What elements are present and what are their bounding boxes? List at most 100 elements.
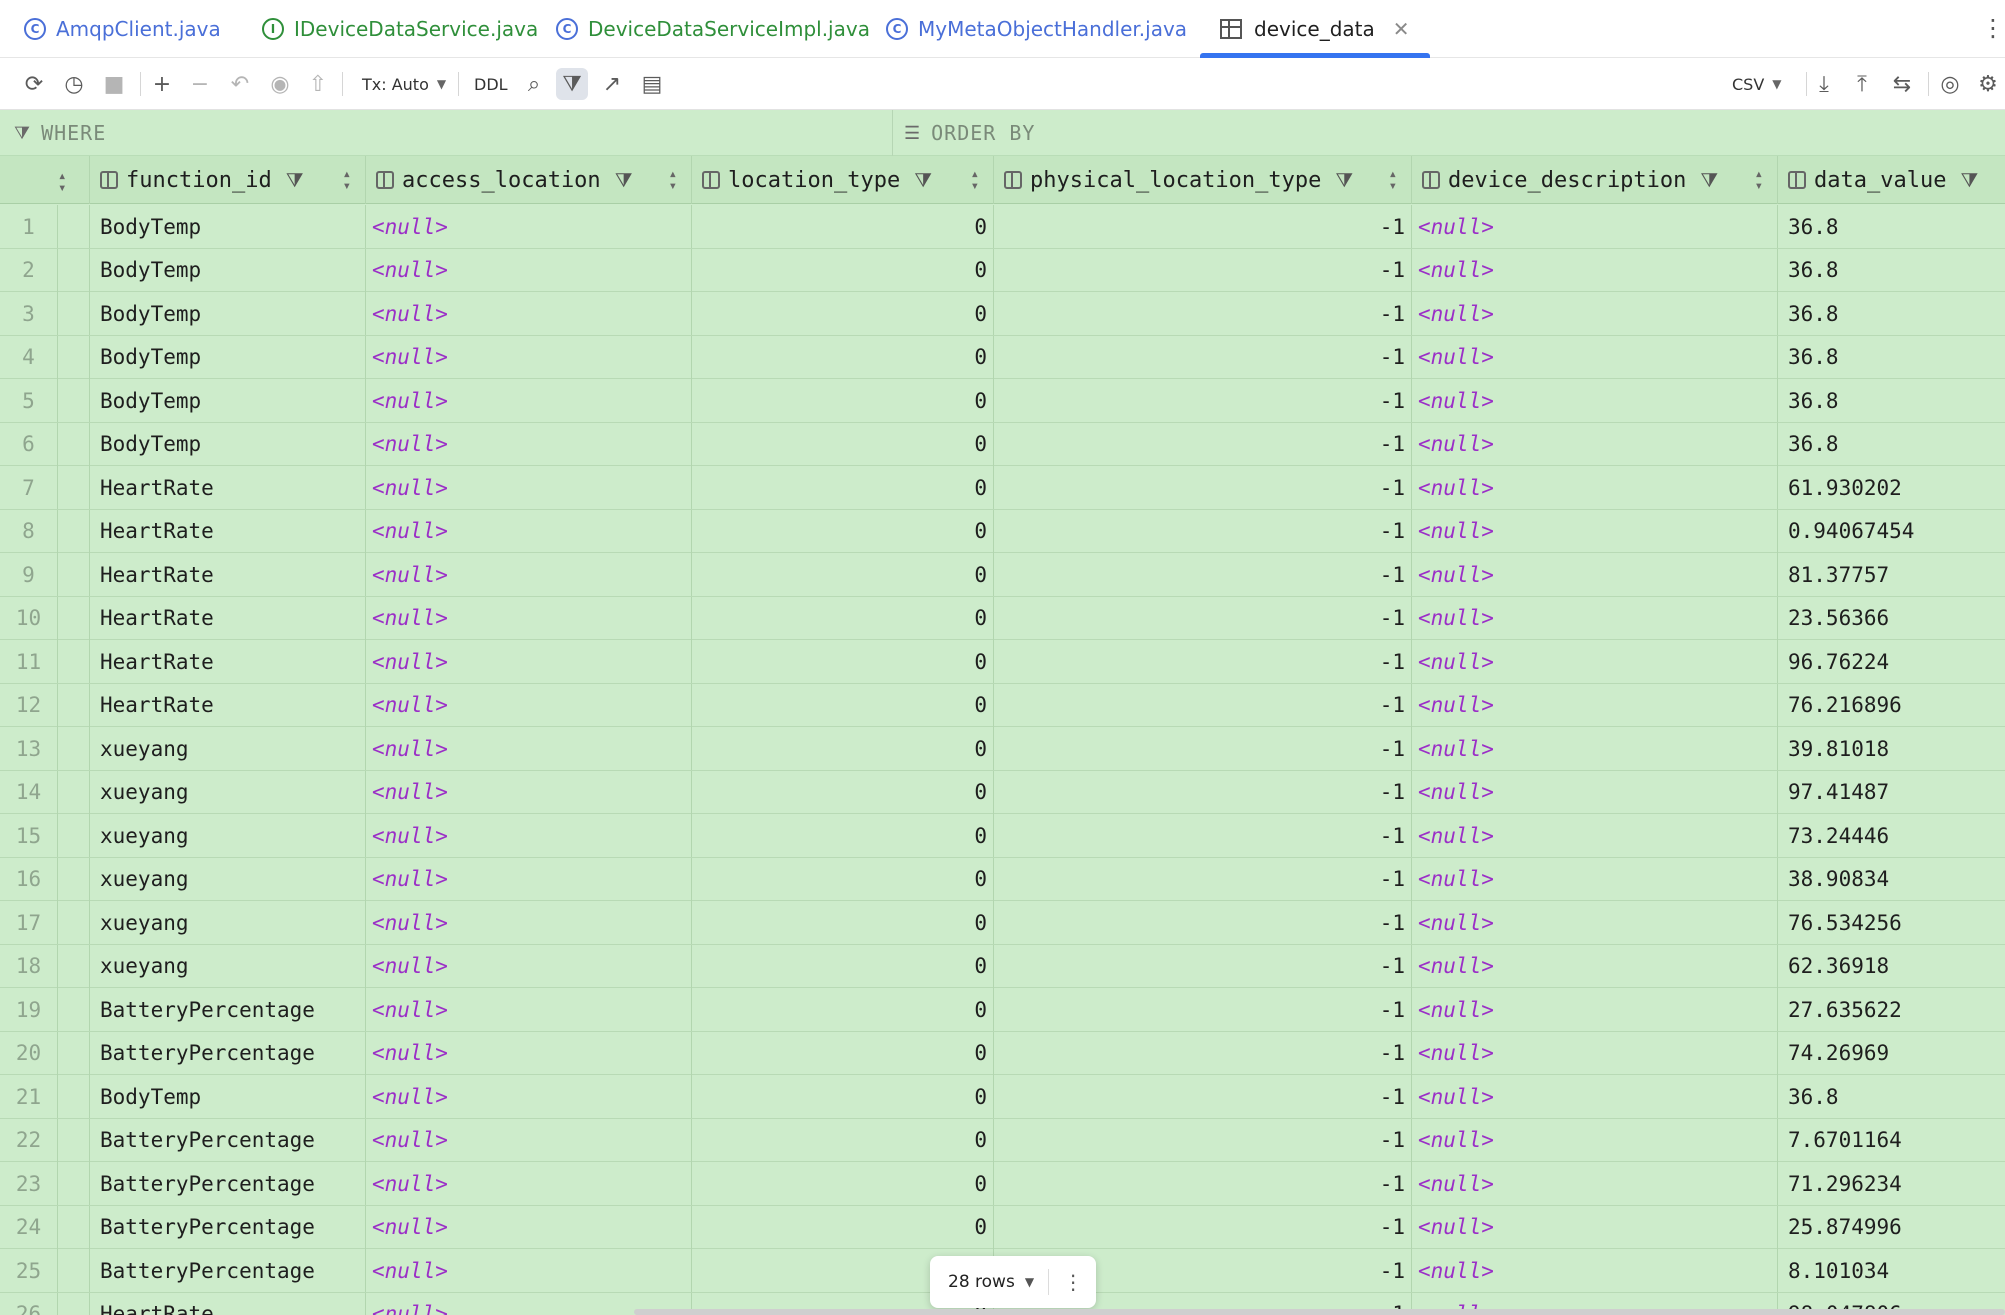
column-header-function-id[interactable]: function_id ⧩ ▴ ▾ bbox=[90, 156, 366, 204]
cell-data-value[interactable]: 8.101034 bbox=[1778, 1249, 2005, 1292]
table-row[interactable]: 8 HeartRate <null> 0 -1 <null> 0.94067454 bbox=[0, 509, 2005, 553]
cell-location-type[interactable]: 0 bbox=[692, 901, 994, 944]
column-filter-icon[interactable]: ⧩ bbox=[615, 168, 633, 192]
cell-device-description[interactable]: <null> bbox=[1412, 640, 1778, 683]
cell-physical-location-type[interactable]: -1 bbox=[994, 1162, 1412, 1205]
column-filter-icon[interactable]: ⧩ bbox=[1335, 168, 1353, 192]
table-row[interactable]: 21 BodyTemp <null> 0 -1 <null> 36.8 bbox=[0, 1075, 2005, 1119]
cell-physical-location-type[interactable]: -1 bbox=[994, 1118, 1412, 1162]
cell-location-type[interactable]: 0 bbox=[692, 466, 994, 509]
close-icon[interactable]: ✕ bbox=[1393, 17, 1410, 41]
cell-function-id[interactable]: BodyTemp bbox=[90, 422, 366, 466]
cell-function-id[interactable]: xueyang bbox=[90, 727, 366, 770]
tab-device-data[interactable]: device_data ✕ bbox=[1200, 0, 1430, 58]
cell-function-id[interactable]: HeartRate bbox=[90, 553, 366, 596]
cell-function-id[interactable]: BodyTemp bbox=[90, 1075, 366, 1118]
cell-device-description[interactable]: <null> bbox=[1412, 248, 1778, 292]
cell-device-description[interactable]: <null> bbox=[1412, 1162, 1778, 1205]
cell-data-value[interactable]: 73.24446 bbox=[1778, 814, 2005, 857]
cell-location-type[interactable]: 0 bbox=[692, 640, 994, 683]
cell-data-value[interactable]: 36.8 bbox=[1778, 1075, 2005, 1118]
more-options-icon[interactable]: ⋮ bbox=[1063, 1270, 1083, 1294]
revert-icon[interactable]: ↶ bbox=[224, 68, 256, 100]
cell-function-id[interactable]: BodyTemp bbox=[90, 248, 366, 292]
cell-access-location[interactable]: <null> bbox=[366, 1075, 692, 1118]
order-by-input[interactable]: ☰ ORDER BY bbox=[904, 110, 1035, 156]
sort-icon[interactable]: ▴ ▾ bbox=[58, 169, 66, 195]
cell-function-id[interactable]: HeartRate bbox=[90, 1292, 366, 1315]
cell-location-type[interactable]: 0 bbox=[692, 1118, 994, 1162]
cell-location-type[interactable]: 0 bbox=[692, 422, 994, 466]
cell-access-location[interactable]: <null> bbox=[366, 814, 692, 857]
cell-access-location[interactable]: <null> bbox=[366, 770, 692, 814]
cell-device-description[interactable]: <null> bbox=[1412, 335, 1778, 379]
table-row[interactable]: 13 xueyang <null> 0 -1 <null> 39.81018 bbox=[0, 727, 2005, 771]
cell-device-description[interactable]: <null> bbox=[1412, 466, 1778, 509]
column-filter-icon[interactable]: ⧩ bbox=[914, 168, 932, 192]
cell-data-value[interactable]: 36.8 bbox=[1778, 292, 2005, 335]
cell-access-location[interactable]: <null> bbox=[366, 988, 692, 1031]
row-number-header[interactable]: ▴ ▾ bbox=[0, 156, 90, 204]
cell-device-description[interactable]: <null> bbox=[1412, 901, 1778, 944]
cell-device-description[interactable]: <null> bbox=[1412, 814, 1778, 857]
cell-location-type[interactable]: 0 bbox=[692, 683, 994, 727]
cell-data-value[interactable]: 38.90834 bbox=[1778, 858, 2005, 901]
cell-location-type[interactable]: 0 bbox=[692, 335, 994, 379]
column-filter-icon[interactable]: ⧩ bbox=[1700, 168, 1718, 192]
table-row[interactable]: 1 BodyTemp <null> 0 -1 <null> 36.8 bbox=[0, 205, 2005, 249]
cell-access-location[interactable]: <null> bbox=[366, 944, 692, 988]
cell-physical-location-type[interactable]: -1 bbox=[994, 1075, 1412, 1118]
cell-physical-location-type[interactable]: -1 bbox=[994, 379, 1412, 422]
cell-physical-location-type[interactable]: -1 bbox=[994, 857, 1412, 901]
row-count-select[interactable]: 28 rows ▼ bbox=[948, 1272, 1034, 1292]
cell-location-type[interactable]: 0 bbox=[692, 857, 994, 901]
more-tabs-icon[interactable]: ⋮ bbox=[1981, 14, 2005, 42]
tab-devicedataserviceimpl[interactable]: C DeviceDataServiceImpl.java bbox=[556, 0, 870, 58]
cell-function-id[interactable]: BatteryPercentage bbox=[90, 1162, 366, 1205]
cell-access-location[interactable]: <null> bbox=[366, 596, 692, 640]
cell-data-value[interactable]: 36.8 bbox=[1778, 205, 2005, 248]
cell-location-type[interactable]: 0 bbox=[692, 770, 994, 814]
delete-row-icon[interactable]: − bbox=[184, 68, 216, 100]
cell-location-type[interactable]: 0 bbox=[692, 248, 994, 292]
cell-device-description[interactable]: <null> bbox=[1412, 988, 1778, 1031]
table-row[interactable]: 6 BodyTemp <null> 0 -1 <null> 36.8 bbox=[0, 422, 2005, 466]
table-row[interactable]: 14 xueyang <null> 0 -1 <null> 97.41487 bbox=[0, 770, 2005, 814]
cell-access-location[interactable]: <null> bbox=[366, 1118, 692, 1162]
column-header-access-location[interactable]: access_location ⧩ ▴ ▾ bbox=[366, 156, 692, 204]
cell-data-value[interactable]: 96.76224 bbox=[1778, 640, 2005, 683]
cell-access-location[interactable]: <null> bbox=[366, 1162, 692, 1205]
sort-icon[interactable]: ▴ ▾ bbox=[1755, 167, 1763, 193]
cell-location-type[interactable]: 0 bbox=[692, 1031, 994, 1075]
cell-device-description[interactable]: <null> bbox=[1412, 1205, 1778, 1249]
cell-location-type[interactable]: 0 bbox=[692, 596, 994, 640]
cell-data-value[interactable]: 36.8 bbox=[1778, 423, 2005, 466]
preview-changes-icon[interactable]: ◉ bbox=[264, 68, 296, 100]
cell-access-location[interactable]: <null> bbox=[366, 857, 692, 901]
table-row[interactable]: 4 BodyTemp <null> 0 -1 <null> 36.8 bbox=[0, 335, 2005, 379]
cell-device-description[interactable]: <null> bbox=[1412, 1118, 1778, 1162]
column-header-data-value[interactable]: data_value ⧩ bbox=[1778, 156, 2005, 204]
cell-data-value[interactable]: 36.8 bbox=[1778, 249, 2005, 292]
cell-function-id[interactable]: xueyang bbox=[90, 901, 366, 944]
cell-physical-location-type[interactable]: -1 bbox=[994, 1205, 1412, 1249]
cell-location-type[interactable]: 0 bbox=[692, 379, 994, 422]
cell-device-description[interactable]: <null> bbox=[1412, 1249, 1778, 1292]
cell-location-type[interactable]: 0 bbox=[692, 1162, 994, 1205]
table-row[interactable]: 19 BatteryPercentage <null> 0 -1 <null> 27.635… bbox=[0, 988, 2005, 1032]
cell-physical-location-type[interactable]: -1 bbox=[994, 944, 1412, 988]
cell-device-description[interactable]: <null> bbox=[1412, 379, 1778, 422]
cell-device-description[interactable]: <null> bbox=[1412, 422, 1778, 466]
search-icon[interactable]: ⌕ bbox=[518, 68, 550, 100]
stop-icon[interactable]: ■ bbox=[98, 68, 130, 100]
refresh-icon[interactable]: ⟳ bbox=[18, 68, 50, 100]
tab-amqpclient[interactable]: C AmqpClient.java bbox=[24, 0, 221, 58]
cell-location-type[interactable]: 0 bbox=[692, 205, 994, 248]
column-header-device-description[interactable]: device_description ⧩ ▴ ▾ bbox=[1412, 156, 1778, 204]
cell-function-id[interactable]: BodyTemp bbox=[90, 205, 366, 248]
submit-icon[interactable]: ⇧ bbox=[302, 68, 334, 100]
cell-data-value[interactable]: 36.8 bbox=[1778, 336, 2005, 379]
table-row[interactable]: 11 HeartRate <null> 0 -1 <null> 96.76224 bbox=[0, 640, 2005, 684]
cell-device-description[interactable]: <null> bbox=[1412, 770, 1778, 814]
tab-ideviceddataservice[interactable]: I IDeviceDataService.java bbox=[262, 0, 538, 58]
